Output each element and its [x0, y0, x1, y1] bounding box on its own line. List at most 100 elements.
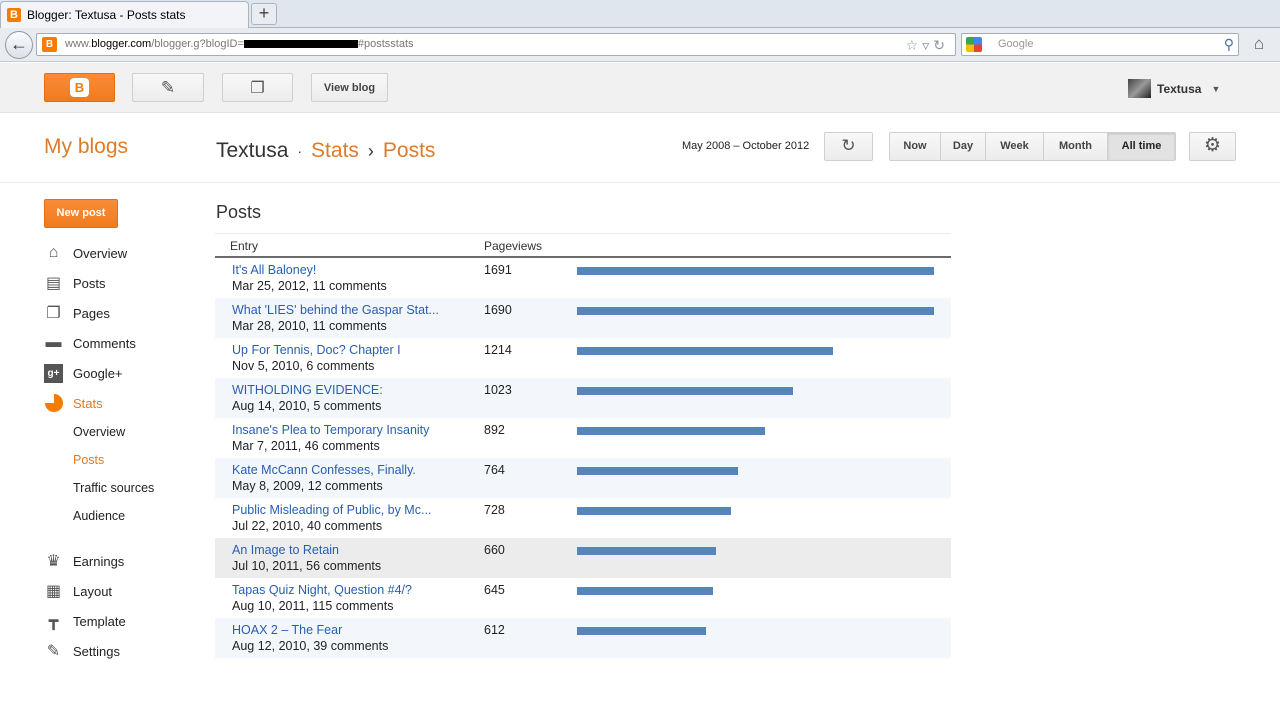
stats-subitem-posts[interactable]: Posts: [73, 453, 104, 467]
sidebar-item-posts[interactable]: ▤ Posts: [44, 273, 106, 293]
blogger-favicon-icon: B: [7, 8, 21, 22]
breadcrumb: Textusa · Stats › Posts: [216, 139, 435, 163]
post-title-link[interactable]: What 'LIES' behind the Gaspar Stat...: [232, 303, 439, 317]
table-header: Entry Pageviews: [215, 234, 951, 258]
sidebar-item-template[interactable]: ┳ Template: [44, 611, 126, 631]
post-title-link[interactable]: It's All Baloney!: [232, 263, 316, 277]
pageviews-bar: [577, 587, 713, 595]
table-row: Tapas Quiz Night, Question #4/? Aug 10, 2…: [215, 578, 951, 618]
pageviews-bar: [577, 507, 731, 515]
settings-button[interactable]: ⚙: [1189, 132, 1236, 161]
magnifier-icon[interactable]: ⚲: [1224, 34, 1234, 55]
sidebar-item-overview[interactable]: ⌂ Overview: [44, 243, 128, 263]
pageviews-bar: [577, 627, 706, 635]
sidebar-item-label: Template: [73, 613, 126, 629]
avatar: [1128, 79, 1151, 98]
bookmark-star-icon[interactable]: ☆: [906, 37, 923, 53]
table-row: It's All Baloney! Mar 25, 2012, 11 commen…: [215, 258, 951, 298]
view-blog-button[interactable]: View blog: [311, 73, 388, 102]
user-menu[interactable]: Textusa ▼: [1128, 79, 1220, 98]
google-search-icon[interactable]: [966, 37, 982, 52]
pageviews-value: 764: [484, 463, 505, 477]
post-title-link[interactable]: Public Misleading of Public, by Mc...: [232, 503, 431, 517]
sidebar-item-label: Comments: [73, 335, 136, 351]
table-row: HOAX 2 – The Fear Aug 12, 2010, 39 commen…: [215, 618, 951, 658]
post-meta: Aug 12, 2010, 39 comments: [232, 639, 389, 653]
date-range: May 2008 – October 2012: [682, 140, 810, 152]
post-meta: Aug 10, 2011, 115 comments: [232, 599, 394, 613]
url-path: /blogger.g?blogID=: [151, 38, 244, 50]
sidebar-item-label: Google+: [73, 365, 123, 381]
pageviews-bar: [577, 267, 934, 275]
page-title: Posts: [216, 202, 262, 222]
post-meta: Mar 28, 2010, 11 comments: [232, 319, 387, 333]
stats-subitem-audience[interactable]: Audience: [73, 509, 125, 523]
chevron-down-icon: ▼: [1211, 83, 1221, 94]
sidebar-item-earnings[interactable]: ♛ Earnings: [44, 551, 124, 571]
sidebar-item-label: Settings: [73, 643, 120, 659]
blogger-logo-icon: B: [70, 78, 89, 97]
sidebar-item-layout[interactable]: ▦ Layout: [44, 581, 112, 601]
pie-chart-icon: [44, 394, 63, 413]
pageviews-value: 1691: [484, 263, 512, 277]
stats-subitem-traffic-sources[interactable]: Traffic sources: [73, 481, 154, 495]
breadcrumb-stats-link[interactable]: Stats: [311, 139, 359, 163]
my-blogs-link[interactable]: My blogs: [44, 135, 128, 159]
post-meta: Mar 25, 2012, 11 comments: [232, 279, 387, 293]
pageviews-bar: [577, 427, 765, 435]
posts-table: Entry Pageviews It's All Baloney! Mar 25,…: [215, 233, 951, 658]
sidebar-item-google-plus[interactable]: g+ Google+: [44, 363, 123, 383]
post-meta: Nov 5, 2010, 6 comments: [232, 359, 375, 373]
breadcrumb-posts: Posts: [382, 139, 436, 162]
post-title-link[interactable]: Up For Tennis, Doc? Chapter I: [232, 343, 401, 357]
post-meta: Mar 7, 2011, 46 comments: [232, 439, 380, 453]
post-title-link[interactable]: WITHOLDING EVIDENCE:: [232, 383, 383, 397]
address-bar[interactable]: B www.blogger.com/blogger.g?blogID= #post…: [36, 33, 956, 56]
period-selector: Now Day Week Month All time: [889, 132, 1176, 161]
paint-roller-icon: ┳: [48, 613, 59, 630]
search-placeholder: Google: [998, 38, 1034, 50]
sidebar-item-settings[interactable]: ✎ Settings: [44, 641, 120, 661]
dropdown-arrow-icon[interactable]: ▿: [922, 37, 933, 53]
column-pageviews: Pageviews: [484, 239, 543, 253]
period-now-button[interactable]: Now: [890, 133, 941, 160]
sidebar-item-stats[interactable]: Stats: [44, 393, 103, 413]
post-meta: Jul 10, 2011, 56 comments: [232, 559, 382, 573]
posts-icon: ▤: [45, 275, 62, 292]
pageviews-value: 645: [484, 583, 505, 597]
new-post-button[interactable]: New post: [44, 199, 118, 228]
period-week-button[interactable]: Week: [986, 133, 1044, 160]
pageviews-value: 1023: [484, 383, 512, 397]
blogger-favicon-icon: B: [42, 37, 57, 52]
post-title-link[interactable]: Insane's Plea to Temporary Insanity: [232, 423, 429, 437]
post-title-link[interactable]: HOAX 2 – The Fear: [232, 623, 342, 637]
sidebar-item-label: Layout: [73, 583, 113, 599]
period-day-button[interactable]: Day: [941, 133, 986, 160]
pencil-icon: ✎: [160, 77, 176, 97]
post-title-link[interactable]: Kate McCann Confesses, Finally.: [232, 463, 416, 477]
reload-icon[interactable]: ↻: [933, 37, 949, 53]
search-bar[interactable]: Google ⚲: [961, 33, 1239, 56]
sidebar-item-comments[interactable]: ▬ Comments: [44, 333, 136, 353]
blogger-home-button[interactable]: B: [44, 73, 115, 102]
home-icon[interactable]: ⌂: [1247, 34, 1271, 56]
breadcrumb-separator: ›: [367, 140, 374, 161]
post-title-link[interactable]: An Image to Retain: [232, 543, 339, 557]
stats-subitem-overview[interactable]: Overview: [73, 425, 125, 439]
new-post-pencil-button[interactable]: ✎: [132, 73, 204, 102]
blog-name: Textusa: [216, 139, 289, 162]
pageviews-value: 612: [484, 623, 505, 637]
sidebar-item-label: Pages: [73, 305, 110, 321]
new-tab-button[interactable]: +: [251, 3, 277, 25]
pageviews-bar: [577, 347, 833, 355]
browser-tab[interactable]: B Blogger: Textusa - Posts stats: [0, 1, 249, 28]
back-button[interactable]: ←: [5, 31, 33, 59]
posts-list-button[interactable]: ❐: [222, 73, 293, 102]
table-row: Kate McCann Confesses, Finally. May 8, 20…: [215, 458, 951, 498]
table-row: An Image to Retain Jul 10, 2011, 56 comme…: [215, 538, 951, 578]
period-all-time-button[interactable]: All time: [1108, 133, 1175, 160]
refresh-button[interactable]: ↻: [824, 132, 873, 161]
post-title-link[interactable]: Tapas Quiz Night, Question #4/?: [232, 583, 412, 597]
sidebar-item-pages[interactable]: ❐ Pages: [44, 303, 110, 323]
period-month-button[interactable]: Month: [1044, 133, 1108, 160]
